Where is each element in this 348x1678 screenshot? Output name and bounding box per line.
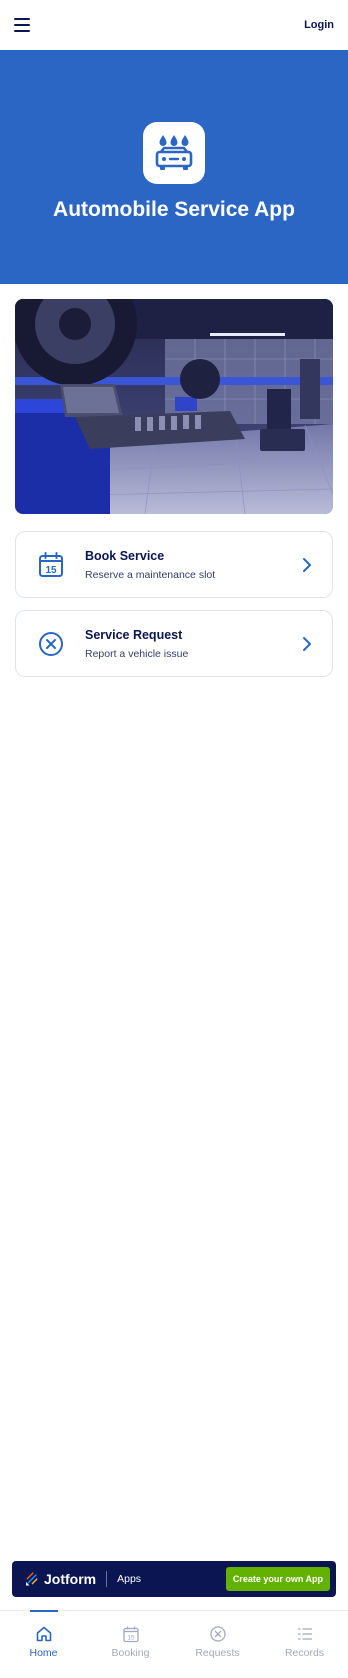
chevron-right-icon bbox=[296, 554, 318, 576]
card-subtitle: Reserve a maintenance slot bbox=[85, 568, 216, 581]
bottom-tab-bar: Home 15 Booking Requests Records bbox=[0, 1610, 348, 1678]
card-title: Book Service bbox=[85, 548, 165, 563]
jotform-banner: Jotform Apps Create your own App bbox=[12, 1561, 336, 1597]
chevron-right-icon bbox=[296, 633, 318, 655]
card-subtitle: Report a vehicle issue bbox=[85, 647, 189, 660]
jotform-logo-icon bbox=[26, 1572, 38, 1586]
service-request-card[interactable]: Service Request Report a vehicle issue bbox=[15, 610, 333, 677]
tab-requests[interactable]: Requests bbox=[174, 1611, 261, 1678]
car-wash-icon bbox=[143, 122, 205, 184]
book-service-card[interactable]: 15 Book Service Reserve a maintenance sl… bbox=[15, 531, 333, 598]
close-circle-icon bbox=[209, 1625, 227, 1643]
login-link[interactable]: Login bbox=[304, 19, 334, 31]
hero-banner: Automobile Service App bbox=[0, 50, 348, 284]
tab-label: Requests bbox=[195, 1647, 240, 1659]
hamburger-icon[interactable] bbox=[14, 18, 30, 32]
divider bbox=[106, 1571, 108, 1587]
create-app-button[interactable]: Create your own App bbox=[225, 1567, 330, 1591]
tab-home[interactable]: Home bbox=[0, 1610, 87, 1678]
garage-photo bbox=[15, 299, 333, 514]
list-icon bbox=[296, 1625, 314, 1643]
calendar-day-label: 15 bbox=[127, 1635, 135, 1642]
card-title: Service Request bbox=[85, 627, 183, 642]
tab-label: Booking bbox=[111, 1647, 150, 1659]
calendar-day-label: 15 bbox=[45, 565, 57, 576]
apps-label: Apps bbox=[117, 1573, 142, 1585]
jotform-brand: Jotform bbox=[44, 1571, 97, 1587]
jotform-logo[interactable]: Jotform bbox=[24, 1571, 96, 1587]
close-circle-icon bbox=[34, 627, 68, 661]
tab-label: Records bbox=[284, 1647, 325, 1659]
tab-records[interactable]: Records bbox=[261, 1611, 348, 1678]
home-icon bbox=[35, 1625, 53, 1643]
calendar-icon: 15 bbox=[122, 1625, 140, 1643]
calendar-icon: 15 bbox=[34, 548, 68, 582]
top-bar: Login bbox=[0, 0, 348, 50]
app-title: Automobile Service App bbox=[53, 198, 295, 221]
tab-label: Home bbox=[29, 1647, 58, 1659]
tab-booking[interactable]: 15 Booking bbox=[87, 1611, 174, 1678]
